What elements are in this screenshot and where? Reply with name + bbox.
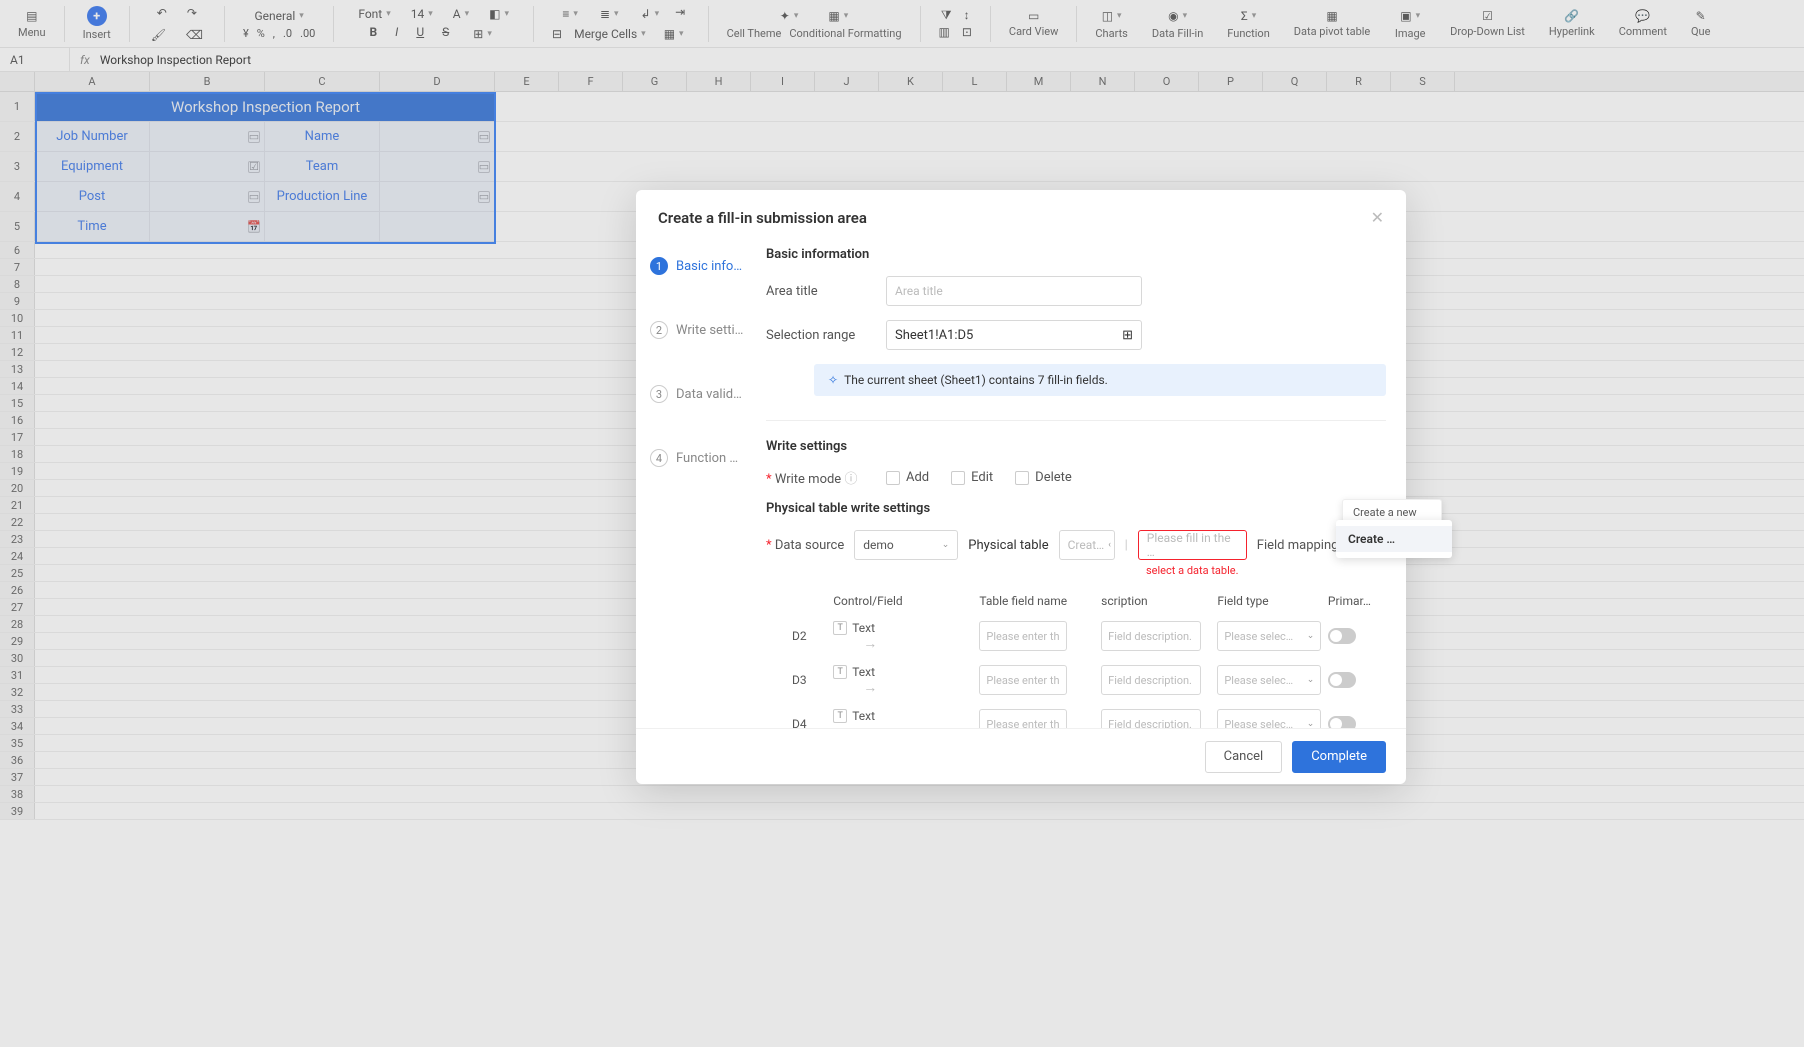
range-picker-icon[interactable]: ⊞ <box>1122 328 1133 343</box>
data-source-label: Data source <box>766 538 844 553</box>
wizard-steps: 1Basic info… 2Write setti… 3Data valid… … <box>636 241 766 728</box>
description-input[interactable] <box>1101 709 1201 728</box>
table-field-name-input[interactable] <box>979 709 1067 728</box>
col-primary: Primar… <box>1328 594 1386 608</box>
divider <box>766 420 1386 421</box>
selection-range-label: Selection range <box>766 328 876 343</box>
field-mapping-table: Control/Field Table field name scription… <box>766 588 1386 728</box>
data-source-select[interactable]: demo ⌄ <box>854 530 958 560</box>
col-control-field: Control/Field <box>833 594 979 608</box>
chk-label: Delete <box>1035 470 1072 485</box>
step-basic-info[interactable]: 1Basic info… <box>650 257 758 275</box>
table-field-name-input[interactable] <box>979 621 1067 651</box>
row-id: D2 <box>766 629 833 643</box>
field-type-select[interactable]: Please selec…⌄ <box>1217 665 1321 695</box>
link-label: Field mapping <box>1257 538 1339 553</box>
field-type-select[interactable]: Please selec…⌄ <box>1217 621 1321 651</box>
help-icon[interactable]: ⓘ <box>844 472 857 487</box>
step-label: Function … <box>676 451 738 466</box>
section-basic-info: Basic information <box>766 247 1386 262</box>
field-type-select[interactable]: Please selec…⌄ <box>1217 709 1321 728</box>
mode-edit-checkbox[interactable]: Edit <box>951 470 993 485</box>
step-data-validation[interactable]: 3Data valid… <box>650 385 758 403</box>
row-id: D4 <box>766 717 833 728</box>
area-title-input[interactable] <box>886 276 1142 306</box>
field-type-icon: T <box>833 665 847 679</box>
info-icon: ✧ <box>828 373 838 387</box>
info-banner: ✧ The current sheet (Sheet1) contains 7 … <box>814 364 1386 396</box>
chevron-down-icon: ⌄ <box>942 540 950 550</box>
physical-table-input[interactable]: Please fill in the … <box>1138 530 1247 560</box>
chevron-down-icon: ⌄ <box>1307 675 1315 685</box>
primary-toggle[interactable] <box>1328 628 1356 644</box>
primary-toggle[interactable] <box>1328 672 1356 688</box>
create-table-select[interactable]: Creat…‹ <box>1059 530 1115 560</box>
step-label: Basic info… <box>676 259 742 274</box>
validation-error: select a data table. <box>1146 564 1238 577</box>
table-field-name-input[interactable] <box>979 665 1067 695</box>
create-option[interactable]: Create … <box>1336 526 1452 552</box>
close-icon[interactable]: ✕ <box>1371 208 1384 227</box>
create-dropdown: Create … <box>1336 520 1452 558</box>
select-value: Creat… <box>1068 538 1105 552</box>
physical-table-section: Physical table write settings <box>766 501 1386 516</box>
description-input[interactable] <box>1101 621 1201 651</box>
mode-delete-checkbox[interactable]: Delete <box>1015 470 1072 485</box>
step-write-settings[interactable]: 2Write setti… <box>650 321 758 339</box>
chk-label: Add <box>906 470 929 485</box>
step-label: Write setti… <box>676 323 743 338</box>
field-type-icon: T <box>833 709 847 723</box>
arrow-icon: → <box>863 680 877 696</box>
primary-toggle[interactable] <box>1328 716 1356 728</box>
modal-title: Create a fill-in submission area <box>658 209 867 227</box>
section-write-settings: Write settings <box>766 439 1386 454</box>
chevron-down-icon: ⌄ <box>1307 719 1315 728</box>
physical-table-label: Physical table <box>968 538 1048 553</box>
description-input[interactable] <box>1101 665 1201 695</box>
step-label: Data valid… <box>676 387 742 402</box>
table-row: D3 TText→ Please selec…⌄ <box>766 658 1386 702</box>
area-title-label: Area title <box>766 284 876 299</box>
selection-range-input[interactable]: Sheet1!A1:D5 ⊞ <box>886 320 1142 350</box>
control-field-pill: TText <box>833 621 979 635</box>
select-value: demo <box>863 538 894 552</box>
col-description: scription <box>1101 594 1217 608</box>
col-field-type: Field type <box>1217 594 1328 608</box>
mode-add-checkbox[interactable]: Add <box>886 470 929 485</box>
arrow-icon: → <box>863 636 877 652</box>
complete-button[interactable]: Complete <box>1292 741 1386 773</box>
chevron-down-icon: ⌄ <box>1307 631 1315 641</box>
chevron-left-icon: ‹ <box>1108 540 1111 550</box>
modal-content: Basic information Area title Selection r… <box>766 241 1406 728</box>
control-field-pill: TText <box>833 709 979 723</box>
placeholder: Please fill in the … <box>1147 531 1238 559</box>
write-mode-label: Write mode ⓘ <box>766 468 876 487</box>
step-function[interactable]: 4Function … <box>650 449 758 467</box>
fillin-modal: Create a fill-in submission area ✕ 1Basi… <box>636 190 1406 784</box>
row-id: D3 <box>766 673 833 687</box>
table-header: Control/Field Table field name scription… <box>766 588 1386 614</box>
field-type-icon: T <box>833 621 847 635</box>
info-text: The current sheet (Sheet1) contains 7 fi… <box>844 373 1108 387</box>
table-row: D2 TText→ Please selec…⌄ <box>766 614 1386 658</box>
col-table-field-name: Table field name <box>979 594 1101 608</box>
modal-header: Create a fill-in submission area ✕ <box>636 190 1406 241</box>
table-row: D4 TText→ Please selec…⌄ <box>766 702 1386 728</box>
chk-label: Edit <box>971 470 993 485</box>
control-field-pill: TText <box>833 665 979 679</box>
range-value: Sheet1!A1:D5 <box>895 328 973 343</box>
cancel-button[interactable]: Cancel <box>1205 741 1283 773</box>
modal-footer: Cancel Complete <box>636 728 1406 784</box>
